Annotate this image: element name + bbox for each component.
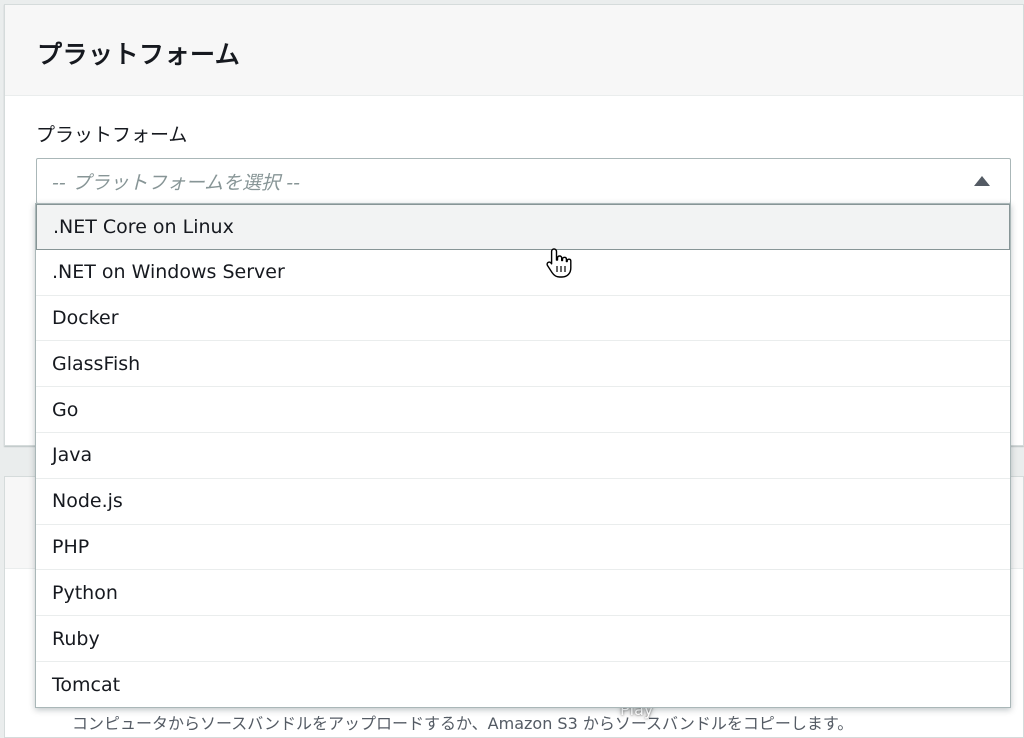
caret-up-icon[interactable] [974,176,990,186]
platform-option[interactable]: Python [36,570,1010,617]
hand-pointer-icon [546,248,572,278]
platform-option[interactable]: Go [36,387,1010,433]
platform-option[interactable]: Java [36,433,1010,479]
platform-option[interactable]: PHP [36,525,1010,571]
platform-panel-header: プラットフォーム [5,5,1023,96]
platform-panel-body: プラットフォーム [5,96,1023,147]
platform-option[interactable]: Node.js [36,479,1010,525]
platform-option[interactable]: Docker [36,296,1010,342]
platform-dropdown-list[interactable]: .NET Core on Linux .NET on Windows Server… [35,203,1011,708]
platform-option[interactable]: GlassFish [36,341,1010,388]
source-code-description: コンピュータからソースバンドルをアップロードするか、Amazon S3 からソー… [72,714,854,733]
page: プラットフォーム プラットフォーム -- プラットフォームを選択 -- コンピュ… [0,0,1024,738]
platform-select[interactable]: -- プラットフォームを選択 -- [36,158,1011,204]
select-placeholder: -- プラットフォームを選択 -- [52,171,300,194]
platform-field-label: プラットフォーム [36,124,188,146]
platform-option[interactable]: .NET Core on Linux [36,204,1010,250]
platform-option[interactable]: .NET on Windows Server [36,250,1010,296]
panel-title: プラットフォーム [37,40,241,69]
platform-option[interactable]: Tomcat [36,662,1010,708]
platform-option[interactable]: Ruby [36,616,1010,662]
